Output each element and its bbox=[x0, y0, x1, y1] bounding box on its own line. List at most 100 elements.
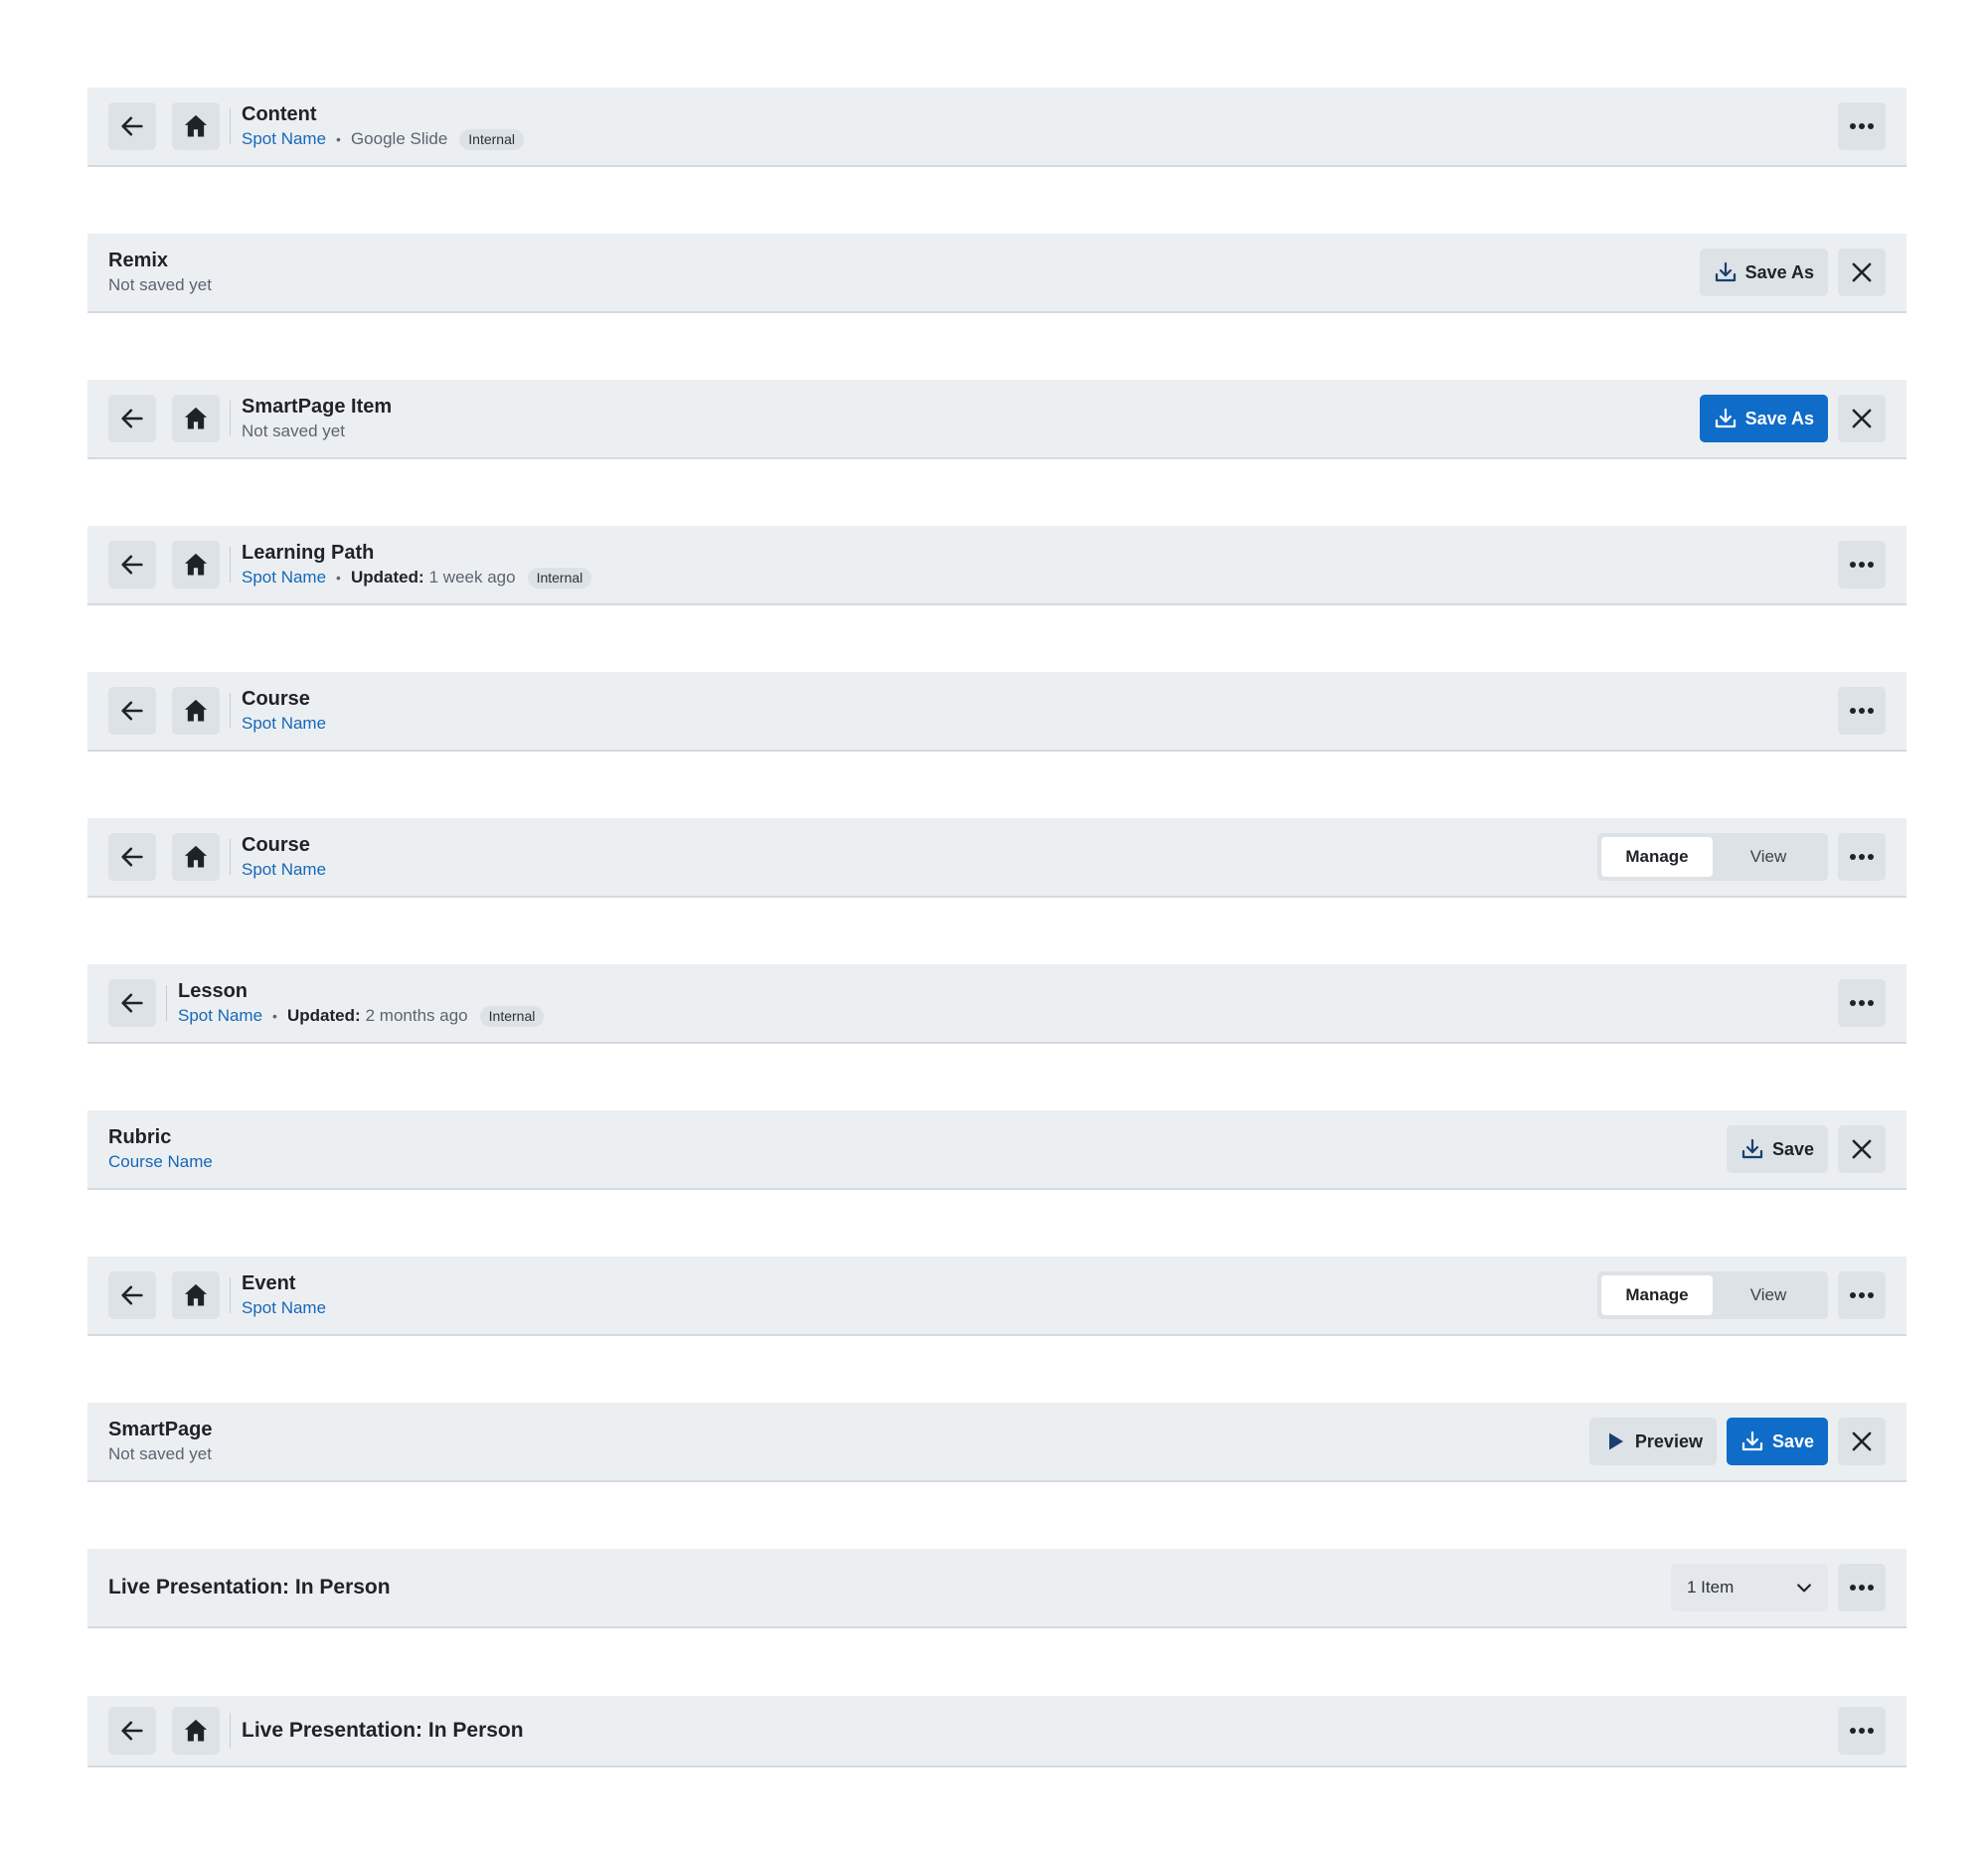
arrow-left-icon bbox=[118, 1281, 146, 1309]
more-horizontal-icon bbox=[1849, 1584, 1875, 1592]
header-subtitle: Spot Name • Updated: 1 week ago Internal bbox=[242, 566, 592, 589]
updated-label: Updated: bbox=[350, 568, 424, 587]
home-button[interactable] bbox=[172, 541, 220, 589]
toggle-option-view[interactable]: View bbox=[1713, 837, 1824, 877]
item-count-dropdown[interactable]: 1 Item bbox=[1671, 1564, 1828, 1611]
save-as-button[interactable]: Save As bbox=[1699, 249, 1828, 296]
divider bbox=[230, 1277, 231, 1313]
save-as-button[interactable]: Save As bbox=[1699, 395, 1828, 442]
preview-button[interactable]: Preview bbox=[1588, 1418, 1717, 1465]
home-button[interactable] bbox=[172, 102, 220, 150]
more-options-button[interactable] bbox=[1838, 979, 1886, 1027]
divider bbox=[166, 985, 167, 1021]
header-actions bbox=[1828, 979, 1886, 1027]
more-options-button[interactable] bbox=[1838, 541, 1886, 589]
header-left: Event Spot Name bbox=[87, 1257, 1587, 1334]
back-button[interactable] bbox=[108, 541, 156, 589]
divider bbox=[230, 1713, 231, 1749]
back-button[interactable] bbox=[108, 687, 156, 735]
header-actions bbox=[1828, 687, 1886, 735]
download-icon bbox=[1714, 407, 1745, 430]
more-horizontal-icon bbox=[1849, 853, 1875, 861]
button-label: Preview bbox=[1634, 1431, 1703, 1451]
parent-link[interactable]: Spot Name bbox=[242, 712, 326, 736]
back-button[interactable] bbox=[108, 979, 156, 1027]
page-title: Course bbox=[242, 688, 310, 710]
close-button[interactable] bbox=[1838, 1125, 1886, 1173]
play-icon bbox=[1603, 1430, 1635, 1453]
header-subtitle: Not saved yet bbox=[242, 420, 392, 443]
more-options-button[interactable] bbox=[1838, 1707, 1886, 1755]
arrow-left-icon bbox=[118, 112, 146, 140]
close-button[interactable] bbox=[1838, 395, 1886, 442]
arrow-left-icon bbox=[118, 405, 146, 432]
chevron-down-icon bbox=[1794, 1578, 1814, 1598]
header-subtitle: Not saved yet bbox=[108, 273, 212, 297]
page-title: Live Presentation: In Person bbox=[108, 1576, 391, 1599]
download-icon bbox=[1740, 1137, 1772, 1161]
parent-link[interactable]: Spot Name bbox=[178, 1004, 262, 1028]
home-button[interactable] bbox=[172, 687, 220, 735]
arrow-left-icon bbox=[118, 843, 146, 871]
close-button[interactable] bbox=[1838, 249, 1886, 296]
content-type: Google Slide bbox=[350, 129, 448, 148]
button-label: Save bbox=[1771, 1431, 1814, 1451]
close-button[interactable] bbox=[1838, 1418, 1886, 1465]
more-options-button[interactable] bbox=[1838, 1271, 1886, 1319]
header-text: Learning Path Spot Name • Updated: 1 week ag… bbox=[242, 540, 592, 589]
divider bbox=[230, 108, 231, 144]
updated-label: Updated: bbox=[286, 1006, 361, 1025]
save-button[interactable]: Save bbox=[1726, 1125, 1828, 1173]
toggle-option-view[interactable]: View bbox=[1713, 1275, 1824, 1315]
arrow-left-icon bbox=[118, 989, 146, 1017]
toggle-option-manage[interactable]: Manage bbox=[1601, 1275, 1713, 1315]
header-left: Lesson Spot Name • Updated: 2 months ago Inte… bbox=[87, 964, 1828, 1042]
home-icon bbox=[182, 843, 210, 871]
home-button[interactable] bbox=[172, 1707, 220, 1755]
separator-dot: • bbox=[336, 131, 341, 147]
more-options-button[interactable] bbox=[1838, 833, 1886, 881]
parent-link[interactable]: Spot Name bbox=[242, 858, 326, 882]
page-title: Content bbox=[242, 103, 317, 125]
home-button[interactable] bbox=[172, 1271, 220, 1319]
updated-value: 1 week ago bbox=[428, 568, 516, 587]
parent-link[interactable]: Spot Name bbox=[242, 566, 326, 589]
save-status: Not saved yet bbox=[242, 421, 345, 440]
home-button[interactable] bbox=[172, 833, 220, 881]
header-actions: Manage View bbox=[1587, 833, 1886, 881]
back-button[interactable] bbox=[108, 1707, 156, 1755]
visibility-badge: Internal bbox=[459, 128, 524, 150]
header-text: SmartPage Not saved yet bbox=[108, 1417, 213, 1466]
button-label: Save As bbox=[1744, 261, 1814, 282]
parent-link[interactable]: Course Name bbox=[108, 1150, 213, 1174]
home-icon bbox=[182, 551, 210, 579]
header-text: SmartPage Item Not saved yet bbox=[242, 394, 392, 443]
back-button[interactable] bbox=[108, 1271, 156, 1319]
dropdown-value: 1 Item bbox=[1687, 1578, 1735, 1597]
download-icon bbox=[1714, 260, 1745, 284]
save-button[interactable]: Save bbox=[1726, 1418, 1828, 1465]
close-icon bbox=[1849, 406, 1875, 431]
header-subtitle: Spot Name • Updated: 2 months ago Internal bbox=[178, 1004, 545, 1028]
page-title: SmartPage bbox=[108, 1419, 213, 1440]
more-options-button[interactable] bbox=[1838, 687, 1886, 735]
home-button[interactable] bbox=[172, 395, 220, 442]
more-options-button[interactable] bbox=[1838, 102, 1886, 150]
updated-value: 2 months ago bbox=[365, 1006, 468, 1025]
back-button[interactable] bbox=[108, 395, 156, 442]
more-options-button[interactable] bbox=[1838, 1564, 1886, 1611]
header-actions bbox=[1828, 102, 1886, 150]
header-subtitle: Course Name bbox=[108, 1150, 213, 1174]
more-horizontal-icon bbox=[1849, 122, 1875, 130]
page-header-1: Content Spot Name • Google Slide Internal bbox=[87, 87, 1906, 167]
back-button[interactable] bbox=[108, 102, 156, 150]
parent-link[interactable]: Spot Name bbox=[242, 1296, 326, 1320]
header-left: SmartPage Not saved yet bbox=[87, 1403, 1579, 1480]
close-icon bbox=[1849, 1429, 1875, 1454]
back-button[interactable] bbox=[108, 833, 156, 881]
parent-link[interactable]: Spot Name bbox=[242, 127, 326, 151]
toggle-option-manage[interactable]: Manage bbox=[1601, 837, 1713, 877]
page-header-10: SmartPage Not saved yet Preview Save bbox=[87, 1403, 1906, 1482]
page-title: Rubric bbox=[108, 1126, 172, 1148]
header-subtitle: Spot Name bbox=[242, 858, 326, 882]
